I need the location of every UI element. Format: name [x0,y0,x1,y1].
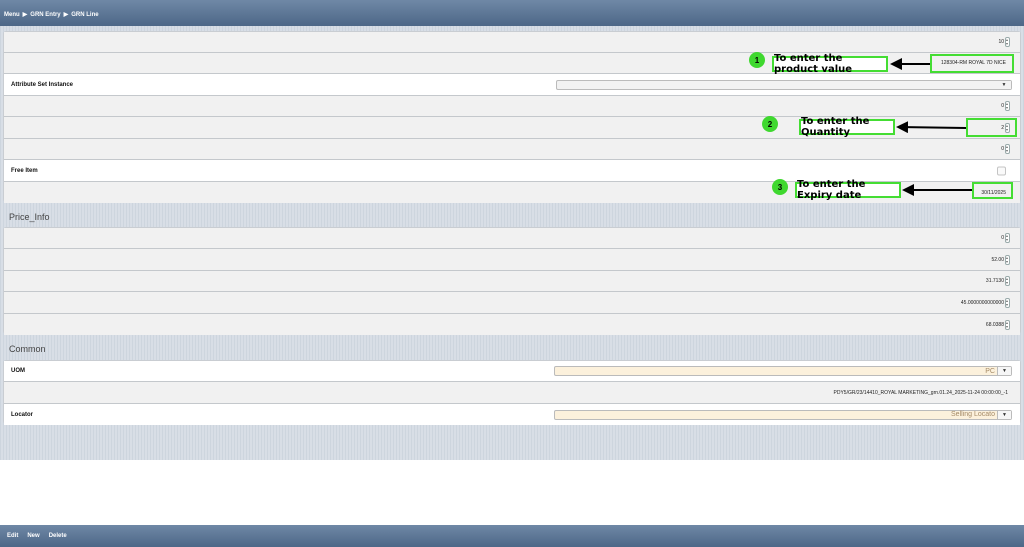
value-field-2[interactable]: 0 [1001,144,1010,154]
common-panel: UOM PC ▼ PDY5/GR/23/14410_ROYAL MARKETIN… [3,360,1021,425]
uom-value: PC [985,367,995,375]
new-button[interactable]: New [27,533,39,539]
chevron-down-icon[interactable]: ▼ [997,410,1011,419]
attribute-set-row: Attribute Set Instance ▼ [4,74,1020,96]
chevron-down-icon[interactable]: ▼ [997,80,1011,89]
common-title: Common [9,344,46,354]
spinner-icon[interactable] [1005,144,1010,154]
locator-select[interactable]: Selling Locato ▼ [554,409,1012,420]
breadcrumb-menu[interactable]: Menu [4,12,20,18]
product-highlight-box [930,54,1014,73]
value-row-2: 0 [4,139,1020,160]
free-item-label: Free Item [11,167,38,174]
delete-button[interactable]: Delete [49,533,67,539]
price-field-3[interactable]: 31.7130 [986,276,1010,286]
value-field-1[interactable]: 0 [1001,101,1010,111]
price-value-5: 68.0388 [985,321,1004,328]
spinner-icon[interactable] [1005,254,1010,265]
quantity-highlight-box [966,118,1017,137]
uom-row: UOM PC ▼ [4,361,1020,382]
line-no-value: 10 [998,39,1004,45]
locator-value: Selling Locato [951,411,995,418]
breadcrumb-separator-icon: ▶ [63,12,69,18]
breadcrumb-separator-icon: ▶ [22,12,28,18]
price-field-2[interactable]: 52.00 [991,254,1010,265]
price-value-3: 31.7130 [985,278,1004,284]
spinner-icon[interactable] [1005,319,1010,330]
uom-select[interactable]: PC ▼ [554,366,1012,376]
price-row: 0 [4,228,1020,249]
value-2: 0 [1001,146,1004,152]
chevron-down-icon[interactable]: ▼ [997,367,1011,375]
annotation-badge-3: 3 [772,179,788,195]
price-field-4[interactable]: 45.0000000000000 [960,297,1010,308]
uom-label: UOM [11,368,25,374]
breadcrumb: Menu ▶ GRN Entry ▶ GRN Line [4,11,99,19]
spinner-icon[interactable] [1005,276,1010,286]
breadcrumb-grn-entry[interactable]: GRN Entry [30,12,60,18]
spinner-icon[interactable] [1005,297,1010,308]
price-field-5[interactable]: 68.0388 [985,319,1010,330]
price-row: 31.7130 [4,271,1020,292]
annotation-badge-1: 1 [749,52,765,68]
locator-row: Locator Selling Locato ▼ [4,404,1020,425]
value-row-1: 0 [4,96,1020,117]
line-no-row: 10 [4,32,1020,53]
free-item-checkbox[interactable] [997,166,1006,175]
line-no-field[interactable]: 10 [998,37,1010,47]
main-content: 10 128304-RM ROYAL 7D NICE Attribute Set… [0,26,1024,460]
value-1: 0 [1001,103,1004,109]
price-row: 68.0388 [4,314,1020,335]
price-value-2: 52.00 [991,256,1004,263]
spinner-icon[interactable] [1005,233,1010,243]
price-info-panel: 0 52.00 31.7130 45.0000000000000 68.0388 [3,227,1021,335]
price-info-title: Price_Info [9,212,50,222]
price-value-1: 0 [1001,235,1004,241]
spinner-icon[interactable] [1005,37,1010,47]
price-row: 52.00 [4,249,1020,271]
spinner-icon[interactable] [1005,101,1010,111]
attribute-set-select[interactable]: ▼ [556,79,1012,90]
callout-expiry: To enter the Expiry date [795,179,901,201]
locator-label: Locator [11,411,34,418]
bottom-toolbar: Edit New Delete [0,525,1024,547]
top-bar: Menu ▶ GRN Entry ▶ GRN Line [0,0,1024,26]
breadcrumb-grn-line[interactable]: GRN Line [71,12,98,18]
price-value-4: 45.0000000000000 [960,299,1004,306]
path-row: PDY5/GR/23/14410_ROYAL MARKETING_grn.01.… [4,382,1020,404]
receipt-path-text: PDY5/GR/23/14410_ROYAL MARKETING_grn.01.… [833,389,1008,396]
expiry-highlight-box [972,182,1013,199]
attribute-set-label: Attribute Set Instance [11,81,74,88]
bottom-actions: Edit New Delete [7,533,67,539]
callout-quantity: To enter the Quantity [799,116,895,138]
price-row: 45.0000000000000 [4,292,1020,314]
callout-product: To enter the product value [772,53,888,75]
price-field-1[interactable]: 0 [1001,233,1010,243]
annotation-badge-2: 2 [762,116,778,132]
edit-button[interactable]: Edit [7,533,18,539]
